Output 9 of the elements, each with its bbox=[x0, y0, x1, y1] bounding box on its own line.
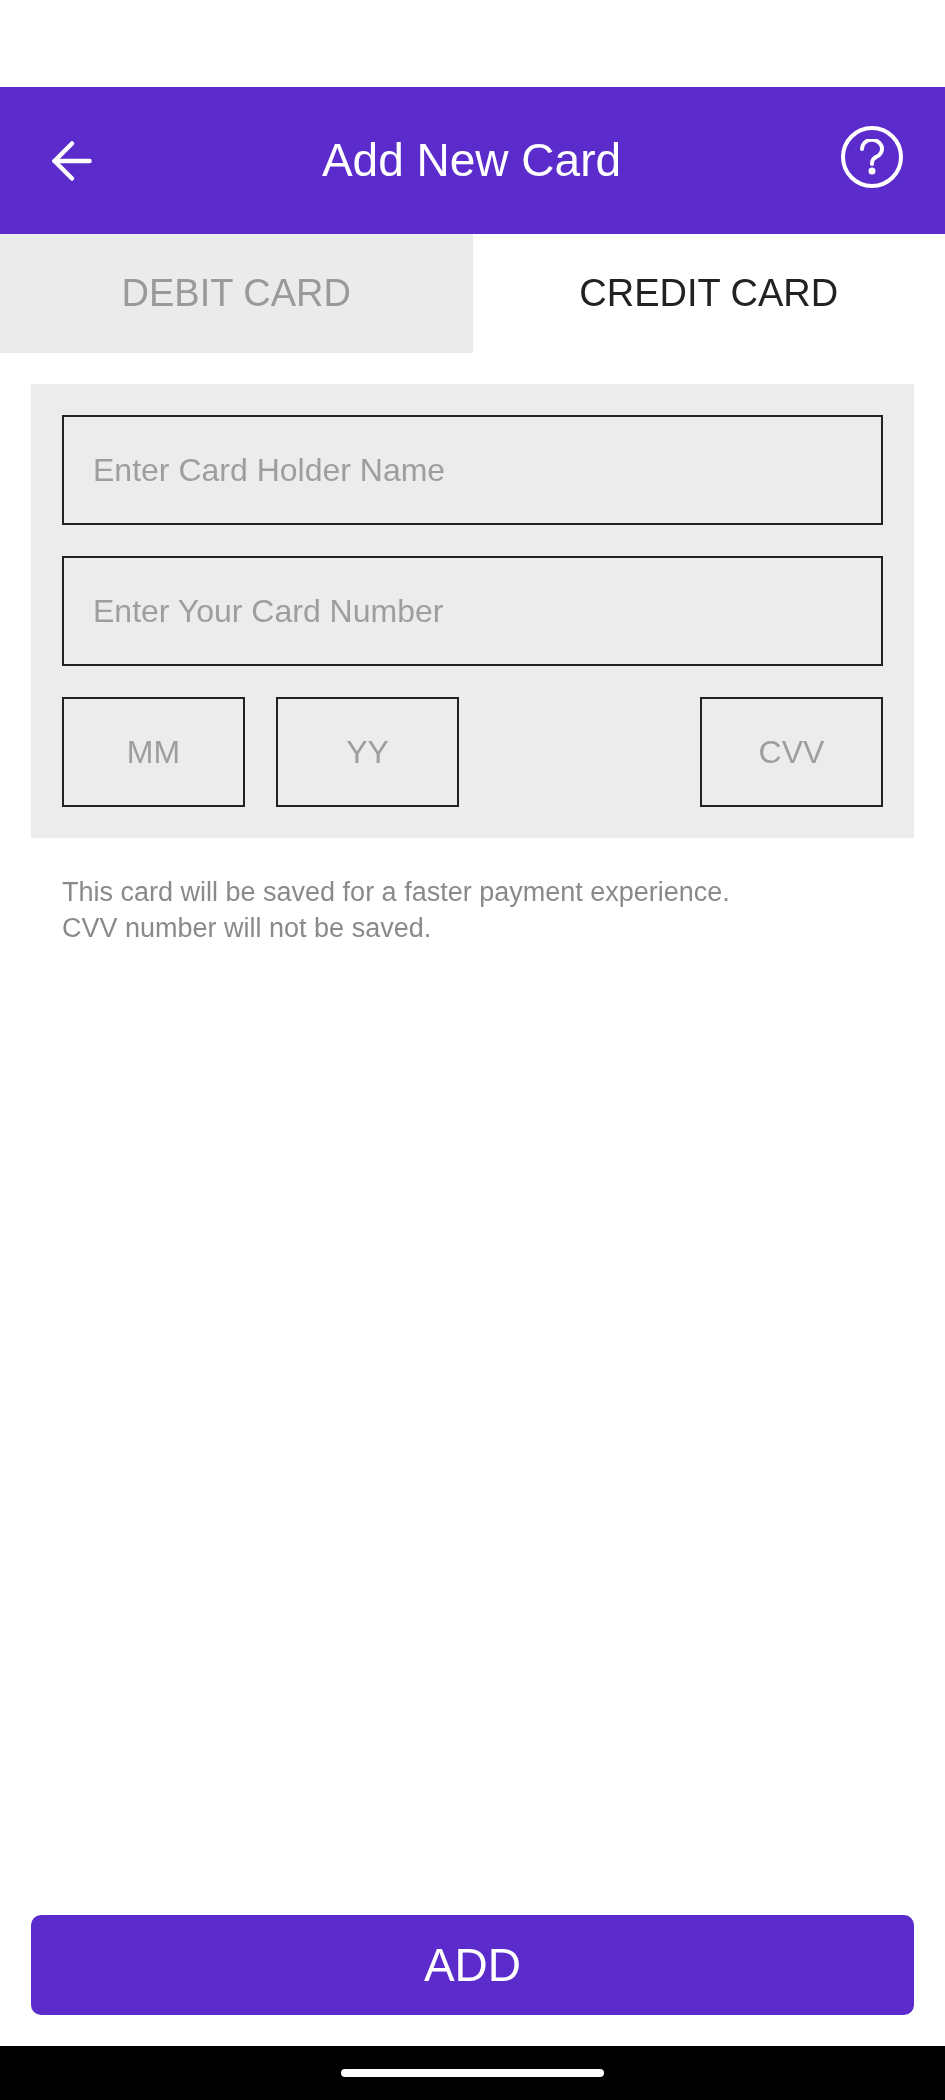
cvv-input-field[interactable]: CVV bbox=[700, 697, 883, 807]
add-button[interactable]: ADD bbox=[31, 1915, 914, 2015]
help-icon[interactable] bbox=[841, 125, 903, 188]
expiry-input-field[interactable]: YY bbox=[276, 697, 459, 807]
text-input-field[interactable]: Enter Card Holder Name bbox=[62, 415, 883, 525]
expiry-input-field[interactable]: MM bbox=[62, 697, 245, 807]
save-card-note: This card will be saved for a faster payment experience. CVV number will not be saved. bbox=[62, 876, 731, 945]
page-title: Add New Card bbox=[321, 133, 622, 188]
text-input-field[interactable]: Enter Your Card Number bbox=[62, 556, 883, 666]
